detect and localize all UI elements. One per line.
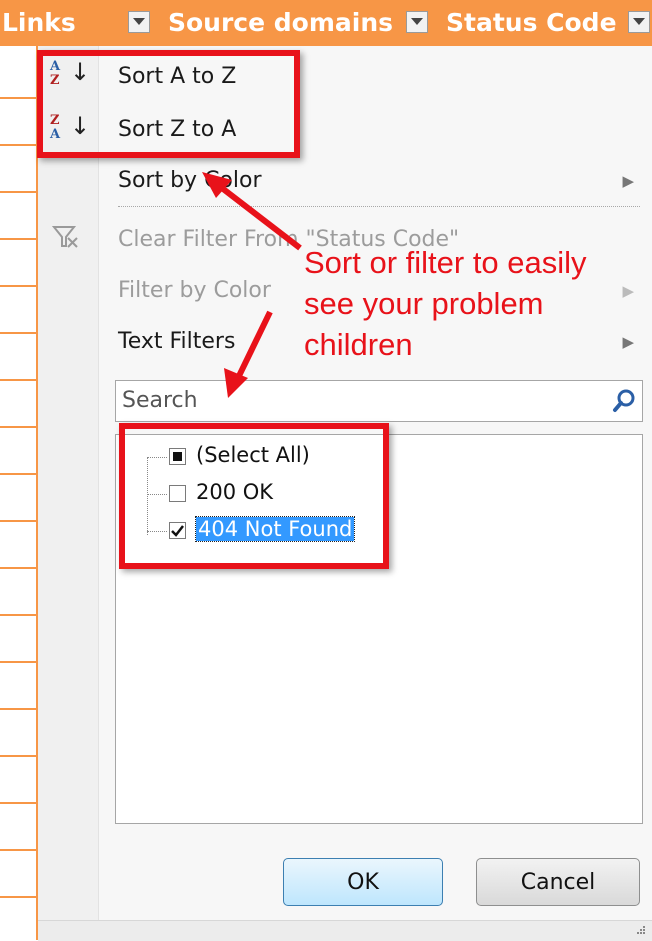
cancel-button[interactable]: Cancel — [476, 858, 640, 906]
clear-filter-icon — [52, 226, 78, 248]
grid-row-line — [0, 708, 38, 710]
resize-grip-icon[interactable] — [636, 925, 646, 935]
grid-row-line — [0, 97, 38, 99]
annotation-text: Sort or filter to easily see your proble… — [304, 245, 587, 362]
dropdown-arrow-icon — [411, 18, 423, 25]
grid-row-line — [0, 191, 38, 193]
filter-search-box — [115, 380, 643, 422]
worksheet-grid-edge — [0, 46, 38, 940]
grid-row-line — [0, 144, 38, 146]
menu-item-text-filters[interactable]: Text Filters — [118, 329, 235, 354]
links-filter-dropdown[interactable] — [128, 11, 150, 33]
column-header-source-domains: Source domains — [168, 8, 394, 37]
grid-row-line — [0, 379, 38, 381]
status-code-filter-dropdown[interactable] — [628, 11, 650, 33]
menu-resize-strip — [38, 920, 652, 941]
menu-item-filter-by-color: Filter by Color — [118, 278, 271, 303]
grid-row-line — [0, 802, 38, 804]
grid-row-line — [0, 332, 38, 334]
menu-separator — [118, 206, 640, 207]
filter-values-highlight-box — [119, 423, 389, 569]
grid-row-line — [0, 567, 38, 569]
dropdown-arrow-icon — [633, 18, 645, 25]
grid-row-line — [0, 426, 38, 428]
submenu-arrow-icon: ▶ — [622, 172, 634, 190]
menu-icon-column — [38, 46, 99, 940]
grid-row-line — [0, 896, 38, 898]
grid-row-line — [0, 661, 38, 663]
grid-row-line — [0, 614, 38, 616]
column-header-status-code: Status Code — [446, 8, 617, 37]
grid-row-line — [0, 238, 38, 240]
grid-row-line — [0, 473, 38, 475]
dropdown-arrow-icon — [133, 18, 145, 25]
grid-row-line — [0, 520, 38, 522]
sort-options-highlight-box — [37, 50, 300, 158]
menu-item-sort-by-color[interactable]: Sort by Color — [118, 168, 262, 193]
search-input[interactable] — [120, 387, 604, 414]
ok-button[interactable]: OK — [283, 858, 443, 906]
table-header-row: Links Source domains Status Code — [0, 0, 652, 46]
search-icon[interactable] — [612, 388, 636, 414]
column-header-links: Links — [2, 8, 76, 37]
grid-row-line — [0, 849, 38, 851]
source-domains-filter-dropdown[interactable] — [406, 11, 428, 33]
grid-row-line — [0, 285, 38, 287]
grid-row-line — [0, 755, 38, 757]
